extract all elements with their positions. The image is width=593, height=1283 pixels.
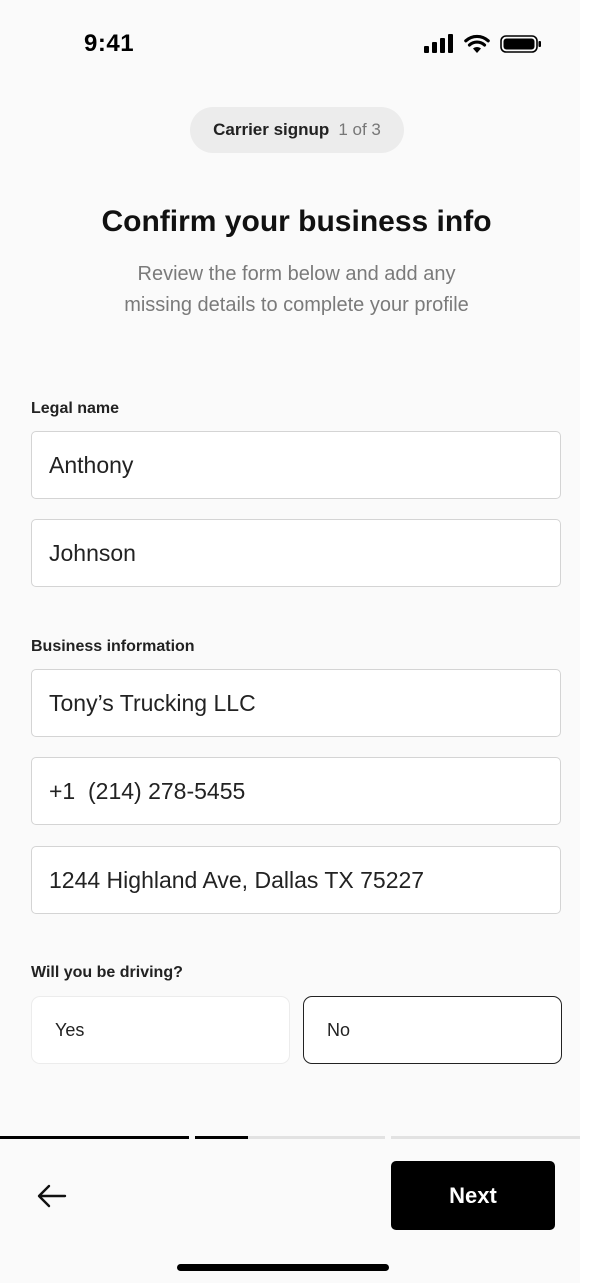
status-time: 9:41 — [84, 30, 135, 57]
step-indicator: Carrier signup 1 of 3 — [190, 107, 404, 153]
driving-option-yes-label: Yes — [55, 1019, 85, 1040]
progress-segment-1 — [0, 1136, 190, 1139]
status-icons — [424, 34, 544, 56]
driving-option-no-label: No — [327, 1019, 351, 1040]
driving-option-yes[interactable]: Yes — [31, 996, 290, 1064]
arrow-left-icon — [37, 1184, 67, 1208]
wifi-icon — [464, 34, 490, 53]
driving-option-no[interactable]: No — [303, 996, 562, 1064]
step-title: Carrier signup — [213, 120, 330, 139]
progress-segment-3 — [390, 1136, 580, 1139]
signal-icon — [424, 34, 453, 53]
legal-name-label: Legal name — [31, 400, 120, 417]
battery-icon — [500, 35, 541, 53]
first-name-field[interactable] — [31, 431, 561, 499]
business-info-label: Business information — [31, 638, 195, 655]
page-title: Confirm your business info — [101, 205, 492, 238]
home-indicator — [177, 1264, 389, 1271]
signup-progress-bar — [0, 1136, 580, 1139]
address-field[interactable] — [31, 846, 561, 914]
signup-screen: 9:41 Carrier signup 1 of 3 Confirm your … — [0, 0, 580, 1283]
next-button[interactable]: Next — [391, 1161, 555, 1230]
page-subtitle: Review the form below and add any missin… — [124, 263, 469, 316]
back-button[interactable] — [30, 1176, 74, 1216]
business-name-field[interactable] — [31, 669, 561, 737]
progress-segment-fill — [195, 1136, 249, 1139]
phone-field[interactable] — [31, 757, 561, 825]
step-count: 1 of 3 — [338, 120, 381, 139]
last-name-field[interactable] — [31, 519, 561, 587]
driving-question-label: Will you be driving? — [31, 964, 183, 981]
